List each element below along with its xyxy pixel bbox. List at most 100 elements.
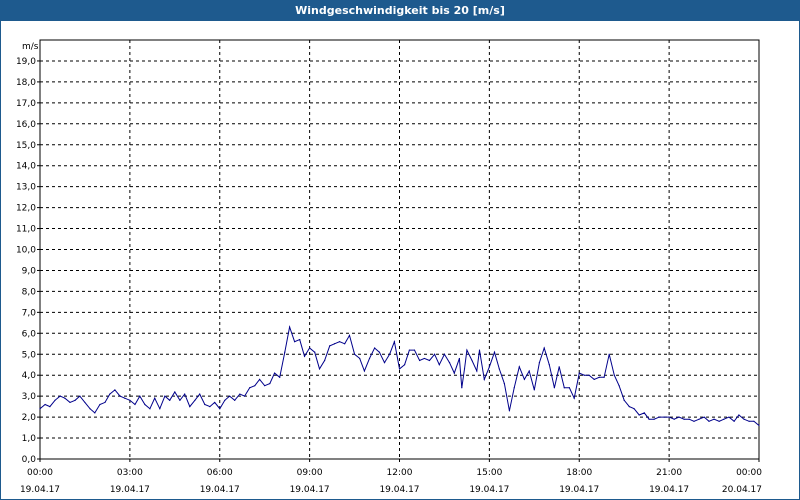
- data-point: [548, 364, 550, 366]
- x-tick-time-label: 21:00: [656, 468, 682, 478]
- data-point: [224, 399, 226, 401]
- data-point: [99, 403, 101, 406]
- data-point: [329, 345, 331, 347]
- data-point: [309, 347, 311, 349]
- x-tick-date-label: 19.04.17: [110, 485, 150, 495]
- data-point: [184, 393, 186, 395]
- y-tick-label: 2,0: [22, 413, 37, 423]
- data-point: [249, 387, 251, 389]
- data-point: [543, 347, 545, 349]
- data-point: [518, 366, 520, 368]
- y-tick-label: 7,0: [22, 308, 37, 318]
- y-tick-label: 12,0: [16, 204, 36, 214]
- data-point: [638, 414, 640, 416]
- data-point: [653, 418, 655, 420]
- data-point: [134, 403, 136, 406]
- y-tick-label: 14,0: [16, 162, 36, 172]
- data-point: [608, 353, 610, 355]
- x-tick-date-label: 19.04.17: [290, 485, 330, 495]
- data-point: [403, 364, 406, 366]
- data-point: [139, 395, 141, 397]
- data-point: [144, 403, 146, 406]
- data-point: [129, 399, 131, 401]
- x-tick-time-label: 06:00: [207, 468, 233, 478]
- data-point: [264, 385, 266, 387]
- x-tick-date-label: 19.04.17: [200, 485, 240, 495]
- data-point: [738, 414, 740, 416]
- data-point: [159, 408, 161, 410]
- data-point: [703, 416, 705, 418]
- y-tick-label: 5,0: [22, 350, 37, 360]
- data-point: [603, 376, 605, 378]
- data-point: [448, 362, 451, 364]
- data-point: [476, 370, 478, 372]
- y-tick-label: 1,0: [22, 434, 37, 444]
- y-tick-label: 0,0: [22, 455, 37, 465]
- x-tick-date-label: 19.04.17: [20, 485, 60, 495]
- data-point: [418, 359, 421, 362]
- data-point: [683, 418, 685, 420]
- data-point: [723, 418, 725, 420]
- data-point: [254, 385, 256, 387]
- data-point: [389, 353, 391, 355]
- data-point: [553, 387, 555, 389]
- data-point: [119, 395, 121, 397]
- data-point: [461, 387, 463, 389]
- x-tick-time-label: 00:00: [736, 468, 762, 478]
- data-point: [718, 420, 720, 422]
- x-tick-time-label: 03:00: [117, 468, 143, 478]
- data-point: [333, 343, 336, 345]
- x-tick-time-label: 12:00: [387, 468, 413, 478]
- data-point: [229, 395, 231, 397]
- data-point: [613, 374, 615, 376]
- data-point: [523, 378, 526, 380]
- data-point: [578, 372, 580, 374]
- data-point: [673, 418, 675, 420]
- data-point: [64, 397, 66, 399]
- data-point: [324, 359, 326, 362]
- data-point: [284, 351, 286, 353]
- y-tick-label: 19,0: [16, 57, 36, 67]
- data-point: [453, 372, 455, 374]
- y-tick-label: 8,0: [22, 287, 37, 297]
- data-point: [658, 416, 660, 418]
- data-point: [39, 408, 41, 410]
- data-point: [239, 393, 241, 395]
- y-tick-label: 10,0: [16, 246, 36, 256]
- data-point: [104, 401, 106, 404]
- data-point: [174, 391, 176, 393]
- data-point: [528, 370, 530, 372]
- y-tick-label: 9,0: [22, 266, 37, 276]
- data-point: [209, 406, 211, 408]
- data-point: [383, 362, 386, 364]
- data-point: [244, 395, 246, 397]
- data-point: [44, 403, 46, 406]
- data-point: [398, 368, 401, 370]
- y-tick-label: 6,0: [22, 329, 37, 339]
- x-tick-date-label: 19.04.17: [379, 485, 419, 495]
- data-point: [408, 349, 410, 351]
- data-point: [423, 357, 425, 360]
- data-point: [318, 368, 321, 370]
- data-point: [303, 355, 306, 357]
- data-point: [688, 418, 690, 420]
- data-point: [74, 399, 76, 401]
- data-point: [678, 416, 680, 418]
- data-point: [258, 378, 261, 380]
- data-point: [633, 408, 635, 410]
- data-point: [748, 420, 750, 422]
- data-point: [698, 418, 700, 420]
- y-tick-label: 18,0: [16, 78, 36, 88]
- x-axis: 00:00 19.04.17 03:00 19.04.17 06:00 19.04.17 0…: [20, 459, 762, 495]
- data-point: [573, 397, 575, 399]
- data-point: [753, 420, 755, 422]
- data-point: [109, 393, 111, 395]
- data-point: [568, 387, 570, 389]
- data-point: [758, 424, 760, 427]
- data-point: [733, 420, 735, 422]
- x-tick-time-label: 15:00: [476, 468, 502, 478]
- x-tick-time-label: 18:00: [566, 468, 592, 478]
- data-point: [708, 420, 710, 422]
- data-point: [363, 370, 366, 372]
- data-point: [89, 408, 91, 410]
